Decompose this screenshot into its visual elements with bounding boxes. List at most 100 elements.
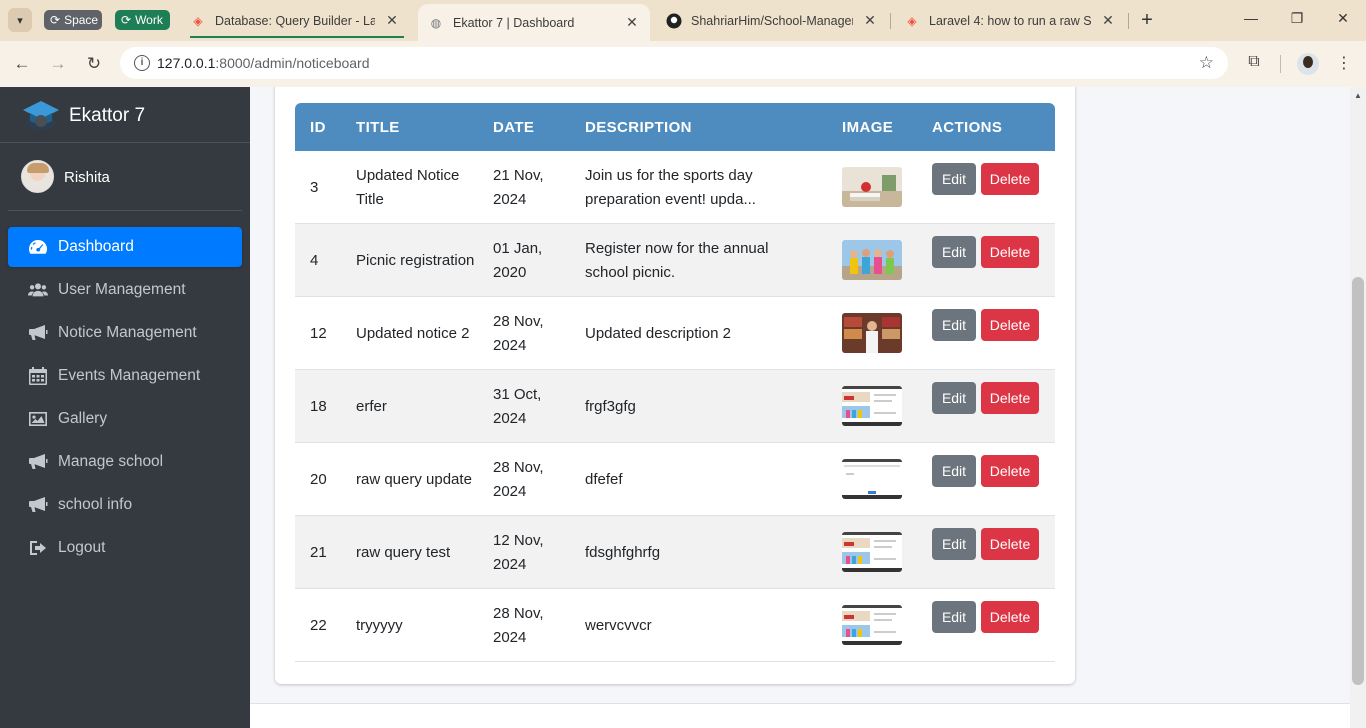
close-tab-icon[interactable]: ✕ [624, 14, 640, 31]
sidebar-item-events-management[interactable]: Events Management [8, 356, 242, 396]
back-arrow-icon[interactable]: ← [11, 53, 33, 75]
bookmark-star-icon[interactable]: ☆ [1199, 53, 1214, 73]
bullhorn-icon [27, 323, 49, 343]
delete-button[interactable]: Delete [981, 382, 1039, 414]
page-footer [250, 703, 1350, 728]
brand-link[interactable]: Ekattor 7 [0, 87, 250, 143]
sidebar-item-notice-management[interactable]: Notice Management [8, 313, 242, 353]
notice-image-thumbnail[interactable] [842, 240, 902, 280]
notice-image-thumbnail[interactable] [842, 386, 902, 426]
column-header-title: TITLE [356, 119, 400, 136]
cell-title: Updated Notice Title [356, 167, 460, 208]
delete-button[interactable]: Delete [981, 601, 1039, 633]
github-icon [666, 13, 682, 29]
cell-title: raw query update [356, 471, 472, 488]
sidebar-item-label: Logout [58, 539, 106, 556]
forward-arrow-icon[interactable]: → [47, 53, 69, 75]
tab-separator [1128, 13, 1129, 29]
column-header-image: IMAGE [842, 119, 894, 136]
notice-image-thumbnail[interactable] [842, 313, 902, 353]
table-row: 18 erfer 31 Oct, 2024 frgf3gfg Edit Delete [295, 370, 1055, 443]
sidebar-item-logout[interactable]: Logout [8, 528, 242, 568]
sidebar-item-user-management[interactable]: User Management [8, 270, 242, 310]
tab-group-space[interactable]: ⟳ Space [44, 10, 102, 30]
scroll-up-arrow-icon[interactable]: ▲ [1354, 91, 1362, 100]
group-icon: ⟳ [121, 13, 132, 27]
close-tab-icon[interactable]: ✕ [384, 12, 400, 29]
table-row: 4 Picnic registration 01 Jan, 2020 Register… [295, 224, 1055, 297]
url-text[interactable]: 127.0.0.1:8000/admin/noticeboard [157, 55, 370, 71]
page-scrollbar[interactable]: ▲ [1350, 87, 1366, 728]
new-tab-button[interactable]: + [1136, 9, 1158, 31]
address-bar[interactable]: i 127.0.0.1:8000/admin/noticeboard ☆ [120, 47, 1228, 79]
sidebar-item-label: school info [58, 496, 133, 513]
cell-id: 21 [310, 544, 327, 561]
column-header-actions: ACTIONS [932, 119, 1003, 136]
cell-description: wervcvvcr [585, 617, 652, 634]
sidebar-item-dashboard[interactable]: Dashboard [8, 227, 242, 267]
browser-tab[interactable]: ShahriarHim/School-Manageme ✕ [656, 6, 888, 35]
edit-button[interactable]: Edit [932, 309, 976, 341]
cell-date: 31 Oct, 2024 [493, 386, 542, 427]
tab-search-button[interactable]: ▾ [8, 8, 32, 32]
kebab-menu-icon[interactable]: ⋮ [1333, 53, 1355, 73]
bullhorn-icon [27, 495, 49, 515]
browser-tab[interactable]: ◈ Laravel 4: how to run a raw SQL ✕ [894, 6, 1126, 35]
close-tab-icon[interactable]: ✕ [862, 12, 878, 29]
notice-image-thumbnail[interactable] [842, 459, 902, 499]
cell-date: 28 Nov, 2024 [493, 605, 544, 646]
browser-tab-active[interactable]: ◍ Ekattor 7 | Dashboard ✕ [418, 4, 650, 41]
extensions-icon[interactable]: ⧉ [1243, 53, 1265, 71]
cell-date: 28 Nov, 2024 [493, 459, 544, 500]
notice-image-thumbnail[interactable] [842, 605, 902, 645]
reload-icon[interactable]: ↻ [83, 53, 105, 75]
edit-button[interactable]: Edit [932, 455, 976, 487]
cell-title: erfer [356, 398, 387, 415]
restore-icon[interactable]: ❐ [1285, 10, 1309, 27]
delete-button[interactable]: Delete [981, 163, 1039, 195]
column-header-date: DATE [493, 119, 535, 136]
group-icon: ⟳ [50, 13, 61, 27]
scrollbar-thumb[interactable] [1352, 277, 1364, 685]
edit-button[interactable]: Edit [932, 236, 976, 268]
cell-date: 12 Nov, 2024 [493, 532, 544, 573]
edit-button[interactable]: Edit [932, 528, 976, 560]
cell-date: 01 Jan, 2020 [493, 240, 543, 281]
site-info-icon[interactable]: i [134, 55, 150, 71]
cell-description: Join us for the sports day preparation e… [585, 167, 756, 208]
close-window-icon[interactable]: ✕ [1331, 10, 1355, 27]
delete-button[interactable]: Delete [981, 309, 1039, 341]
sign-out-icon [27, 538, 49, 558]
cell-title: Picnic registration [356, 252, 475, 269]
notice-image-thumbnail[interactable] [842, 532, 902, 572]
browser-tab[interactable]: ◈ Database: Query Builder - Larav ✕ [180, 6, 410, 35]
image-icon [27, 409, 49, 429]
minimize-icon[interactable]: — [1239, 10, 1263, 26]
globe-icon: ◍ [430, 15, 442, 30]
column-header-id: ID [310, 119, 326, 136]
user-panel[interactable]: Rishita [8, 143, 242, 211]
cell-description: fdsghfghrfg [585, 544, 661, 561]
notice-image-thumbnail[interactable] [842, 167, 902, 207]
sidebar-item-label: Notice Management [58, 324, 197, 341]
edit-button[interactable]: Edit [932, 601, 976, 633]
cell-id: 20 [310, 471, 327, 488]
sidebar-item-label: Gallery [58, 410, 108, 427]
close-tab-icon[interactable]: ✕ [1100, 12, 1116, 29]
bullhorn-icon [27, 452, 49, 472]
edit-button[interactable]: Edit [932, 163, 976, 195]
sidebar-item-gallery[interactable]: Gallery [8, 399, 242, 439]
sidebar-item-school-info[interactable]: school info [8, 485, 242, 525]
profile-avatar[interactable] [1297, 53, 1319, 75]
delete-button[interactable]: Delete [981, 528, 1039, 560]
sidebar-item-label: Manage school [58, 453, 164, 470]
user-name[interactable]: Rishita [64, 169, 110, 186]
delete-button[interactable]: Delete [981, 455, 1039, 487]
edit-button[interactable]: Edit [932, 382, 976, 414]
cell-date: 21 Nov, 2024 [493, 167, 544, 208]
cell-title: raw query test [356, 544, 451, 561]
tab-group-work[interactable]: ⟳ Work [115, 10, 170, 30]
sidebar-item-manage-school[interactable]: Manage school [8, 442, 242, 482]
delete-button[interactable]: Delete [981, 236, 1039, 268]
table-header: ID TITLE DATE DESCRIPTION IMAGE ACTIONS [295, 103, 1055, 151]
